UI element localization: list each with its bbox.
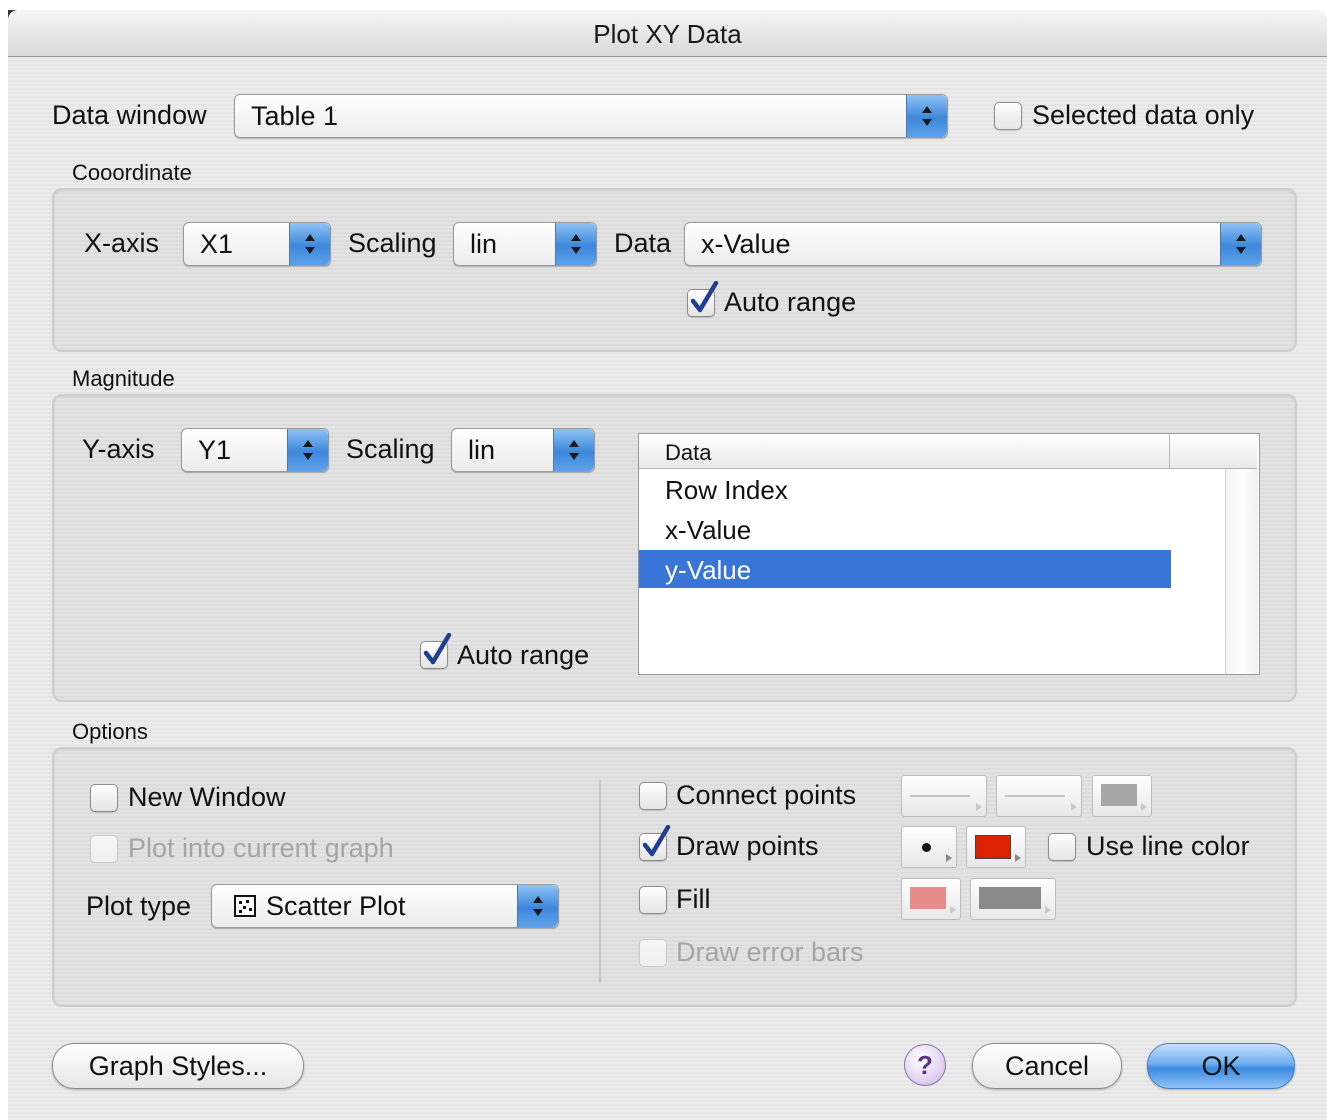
line-style-icon [910, 795, 970, 797]
y-axis-popup[interactable]: Y1 [181, 428, 329, 472]
fill-color-button[interactable] [901, 878, 961, 920]
coordinate-section-label: Cooordinate [72, 160, 192, 185]
list-item-label: y-Value [665, 555, 752, 585]
fill-label: Fill [676, 884, 711, 914]
popup-arrows-icon [1220, 223, 1261, 265]
dropdown-triangle-icon [1071, 803, 1077, 811]
popup-arrows-icon [553, 429, 594, 471]
y-data-list[interactable]: Data Row Index x-Value y-Value [638, 433, 1260, 675]
window-title: Plot XY Data [593, 19, 742, 49]
x-data-value: x-Value [701, 229, 791, 259]
popup-arrows-icon [287, 429, 328, 471]
fill-pattern-button[interactable] [970, 878, 1056, 920]
new-window-label: New Window [128, 782, 286, 812]
line-width-button[interactable] [996, 775, 1082, 817]
options-divider [599, 780, 601, 983]
dropdown-triangle-icon [946, 854, 952, 862]
ok-button[interactable]: OK [1147, 1043, 1295, 1089]
checkmark-icon [690, 281, 719, 313]
list-header-data: Data [665, 440, 712, 465]
draw-points-checkbox[interactable] [639, 825, 671, 861]
options-section-label: Options [72, 719, 148, 744]
data-window-popup[interactable]: Table 1 [234, 94, 948, 138]
point-color-button[interactable] [966, 826, 1026, 868]
x-scaling-label: Scaling [348, 228, 437, 258]
y-axis-value: Y1 [198, 435, 232, 465]
title-bar[interactable]: Plot XY Data [8, 10, 1327, 57]
x-data-popup[interactable]: x-Value [684, 222, 1262, 266]
line-color-button[interactable] [1092, 775, 1152, 817]
y-scaling-popup[interactable]: lin [451, 428, 595, 472]
x-axis-label: X-axis [84, 228, 160, 258]
y-auto-range-label: Auto range [457, 640, 590, 670]
point-shape-button[interactable] [901, 826, 957, 868]
draw-points-label: Draw points [676, 831, 819, 861]
line-color-swatch [1101, 784, 1137, 806]
checkmark-icon [423, 633, 452, 665]
dropdown-triangle-icon [1141, 803, 1147, 811]
plot-type-popup[interactable]: Scatter Plot [211, 884, 559, 928]
data-window-value: Table 1 [251, 101, 339, 131]
y-scaling-label: Scaling [346, 434, 435, 464]
dropdown-triangle-icon [1045, 906, 1051, 914]
list-scrollbar[interactable] [1225, 469, 1258, 674]
x-scaling-value: lin [470, 229, 498, 259]
list-item[interactable]: x-Value [639, 510, 1171, 548]
list-item-label: x-Value [665, 515, 752, 545]
list-header[interactable]: Data [639, 434, 1257, 469]
plot-into-current-checkbox[interactable] [90, 835, 118, 863]
popup-arrows-icon [289, 223, 330, 265]
x-axis-value: X1 [200, 229, 234, 259]
magnitude-section-label: Magnitude [72, 366, 175, 391]
list-item-selected[interactable]: y-Value [639, 550, 1171, 588]
point-color-swatch [975, 835, 1011, 859]
graph-styles-button[interactable]: Graph Styles... [52, 1043, 304, 1089]
line-style-button[interactable] [901, 775, 987, 817]
help-button[interactable]: ? [904, 1044, 946, 1086]
dropdown-triangle-icon [976, 803, 982, 811]
plot-type-value: Scatter Plot [266, 891, 406, 921]
fill-pattern-swatch [979, 887, 1041, 909]
connect-points-checkbox[interactable] [639, 782, 667, 810]
connect-points-label: Connect points [676, 780, 857, 810]
x-data-label: Data [614, 228, 672, 258]
x-axis-popup[interactable]: X1 [183, 222, 331, 266]
list-item[interactable]: Row Index [639, 470, 1171, 508]
use-line-color-label: Use line color [1086, 831, 1250, 861]
new-window-checkbox[interactable] [90, 784, 118, 812]
cancel-button[interactable]: Cancel [972, 1043, 1122, 1089]
checkmark-icon [642, 825, 671, 857]
coordinate-group [52, 188, 1297, 352]
y-auto-range-checkbox[interactable] [420, 633, 452, 669]
fill-color-swatch [910, 887, 946, 909]
data-window-label: Data window [52, 100, 207, 130]
y-axis-label: Y-axis [82, 434, 155, 464]
use-line-color-checkbox[interactable] [1048, 833, 1076, 861]
draw-error-bars-checkbox[interactable] [639, 939, 667, 967]
list-item-label: Row Index [665, 475, 788, 505]
dot-icon [922, 843, 931, 852]
selected-data-only-label: Selected data only [1032, 100, 1255, 130]
popup-arrows-icon [517, 885, 558, 927]
dropdown-triangle-icon [950, 906, 956, 914]
plot-type-label: Plot type [86, 891, 192, 921]
x-scaling-popup[interactable]: lin [453, 222, 597, 266]
y-scaling-value: lin [468, 435, 496, 465]
list-header-separator [1169, 434, 1170, 468]
fill-checkbox[interactable] [639, 886, 667, 914]
plot-into-current-label: Plot into current graph [128, 833, 394, 863]
x-auto-range-label: Auto range [724, 287, 857, 317]
line-width-icon [1005, 795, 1065, 797]
popup-arrows-icon [906, 95, 947, 137]
popup-arrows-icon [555, 223, 596, 265]
dropdown-triangle-icon [1015, 854, 1021, 862]
draw-error-bars-label: Draw error bars [676, 937, 864, 967]
x-auto-range-checkbox[interactable] [687, 281, 719, 317]
selected-data-only-checkbox[interactable] [994, 102, 1022, 130]
scatter-plot-icon [234, 895, 256, 917]
